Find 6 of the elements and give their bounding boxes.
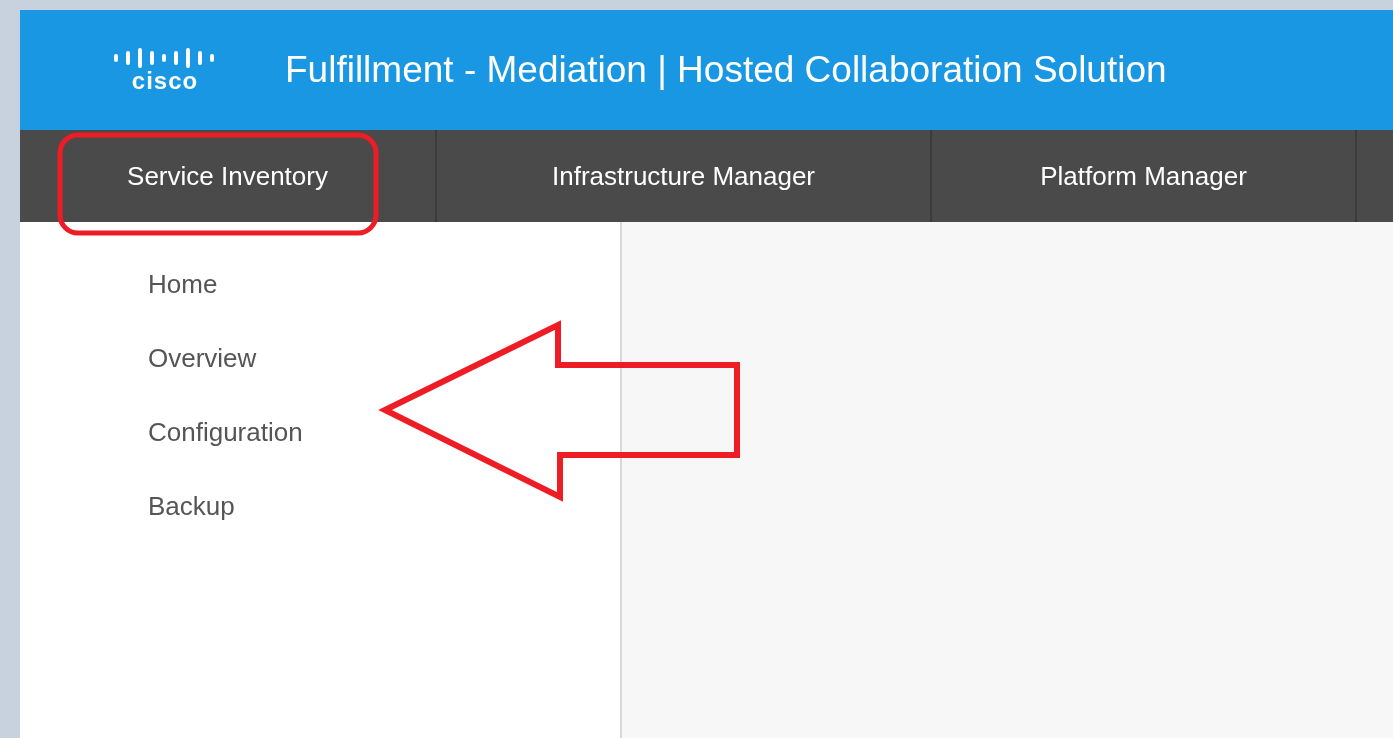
app-title: Fulfillment - Mediation | Hosted Collaboration Solution bbox=[285, 48, 1167, 93]
logo-wordmark: cisco bbox=[131, 69, 199, 93]
sidebar-item[interactable]: Overview bbox=[148, 340, 257, 376]
sidebar-item[interactable]: Backup bbox=[148, 488, 235, 524]
sidebar-item[interactable]: Home bbox=[148, 266, 218, 302]
sidebar-item[interactable]: Configuration bbox=[148, 414, 303, 450]
